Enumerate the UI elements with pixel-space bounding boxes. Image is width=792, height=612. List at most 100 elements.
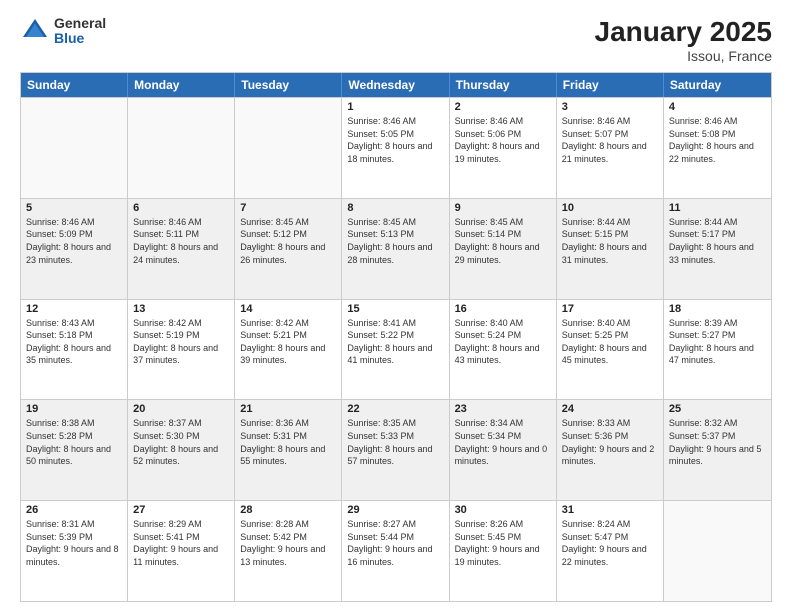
month-year: January 2025 [595,16,772,48]
calendar-cell: 16 Sunrise: 8:40 AM Sunset: 5:24 PM Dayli… [450,300,557,400]
day-number: 16 [455,303,551,315]
day-number: 17 [562,303,658,315]
logo-icon [20,16,50,46]
day-info: Sunrise: 8:39 AM Sunset: 5:27 PM Dayligh… [669,317,766,367]
day-info: Sunrise: 8:40 AM Sunset: 5:24 PM Dayligh… [455,317,551,367]
header-day-tuesday: Tuesday [235,73,342,97]
calendar-cell: 13 Sunrise: 8:42 AM Sunset: 5:19 PM Dayli… [128,300,235,400]
calendar-cell: 22Sunrise: 8:35 AM Sunset: 5:33 PM Dayli… [342,400,449,500]
day-info: Sunrise: 8:29 AM Sunset: 5:41 PM Dayligh… [133,518,229,568]
calendar-cell: 21Sunrise: 8:36 AM Sunset: 5:31 PM Dayli… [235,400,342,500]
day-number: 4 [669,101,766,113]
calendar-cell: 9Sunrise: 8:45 AM Sunset: 5:14 PM Daylig… [450,199,557,299]
calendar-cell: 15 Sunrise: 8:41 AM Sunset: 5:22 PM Dayli… [342,300,449,400]
header-day-wednesday: Wednesday [342,73,449,97]
calendar-cell [235,98,342,198]
header-day-friday: Friday [557,73,664,97]
day-info: Sunrise: 8:34 AM Sunset: 5:34 PM Dayligh… [455,417,551,467]
day-info: Sunrise: 8:45 AM Sunset: 5:14 PM Dayligh… [455,216,551,266]
calendar-cell: 31 Sunrise: 8:24 AM Sunset: 5:47 PM Dayli… [557,501,664,601]
calendar-cell: 5 Sunrise: 8:46 AM Sunset: 5:09 PM Daylig… [21,199,128,299]
header-day-sunday: Sunday [21,73,128,97]
header-day-monday: Monday [128,73,235,97]
day-number: 26 [26,504,122,516]
calendar: SundayMondayTuesdayWednesdayThursdayFrid… [20,72,772,602]
day-number: 24 [562,403,658,415]
day-info: Sunrise: 8:46 AM Sunset: 5:07 PM Dayligh… [562,115,658,165]
calendar-cell: 18 Sunrise: 8:39 AM Sunset: 5:27 PM Dayli… [664,300,771,400]
calendar-cell: 26 Sunrise: 8:31 AM Sunset: 5:39 PM Dayli… [21,501,128,601]
day-info: Sunrise: 8:26 AM Sunset: 5:45 PM Dayligh… [455,518,551,568]
day-number: 10 [562,202,658,214]
day-info: Sunrise: 8:45 AM Sunset: 5:13 PM Dayligh… [347,216,443,266]
calendar-cell: 8 Sunrise: 8:45 AM Sunset: 5:13 PM Daylig… [342,199,449,299]
calendar-cell: 28Sunrise: 8:28 AM Sunset: 5:42 PM Dayli… [235,501,342,601]
day-number: 21 [240,403,336,415]
day-number: 14 [240,303,336,315]
calendar-cell [21,98,128,198]
calendar-row-2: 5 Sunrise: 8:46 AM Sunset: 5:09 PM Daylig… [21,198,771,299]
day-info: Sunrise: 8:28 AM Sunset: 5:42 PM Dayligh… [240,518,336,568]
calendar-cell: 24 Sunrise: 8:33 AM Sunset: 5:36 PM Dayli… [557,400,664,500]
header-day-thursday: Thursday [450,73,557,97]
day-info: Sunrise: 8:32 AM Sunset: 5:37 PM Dayligh… [669,417,766,467]
day-info: Sunrise: 8:27 AM Sunset: 5:44 PM Dayligh… [347,518,443,568]
calendar-cell: 2Sunrise: 8:46 AM Sunset: 5:06 PM Daylig… [450,98,557,198]
calendar-cell: 3 Sunrise: 8:46 AM Sunset: 5:07 PM Daylig… [557,98,664,198]
day-info: Sunrise: 8:35 AM Sunset: 5:33 PM Dayligh… [347,417,443,467]
calendar-cell: 23Sunrise: 8:34 AM Sunset: 5:34 PM Dayli… [450,400,557,500]
location: Issou, France [595,48,772,64]
day-number: 15 [347,303,443,315]
day-number: 25 [669,403,766,415]
day-info: Sunrise: 8:33 AM Sunset: 5:36 PM Dayligh… [562,417,658,467]
day-info: Sunrise: 8:24 AM Sunset: 5:47 PM Dayligh… [562,518,658,568]
calendar-cell [664,501,771,601]
calendar-body: 1 Sunrise: 8:46 AM Sunset: 5:05 PM Daylig… [21,97,771,601]
title-block: January 2025 Issou, France [595,16,772,64]
day-info: Sunrise: 8:38 AM Sunset: 5:28 PM Dayligh… [26,417,122,467]
day-info: Sunrise: 8:46 AM Sunset: 5:09 PM Dayligh… [26,216,122,266]
day-number: 18 [669,303,766,315]
calendar-cell: 12 Sunrise: 8:43 AM Sunset: 5:18 PM Dayli… [21,300,128,400]
calendar-row-1: 1 Sunrise: 8:46 AM Sunset: 5:05 PM Daylig… [21,97,771,198]
day-number: 6 [133,202,229,214]
day-info: Sunrise: 8:31 AM Sunset: 5:39 PM Dayligh… [26,518,122,568]
day-number: 12 [26,303,122,315]
day-number: 3 [562,101,658,113]
day-number: 19 [26,403,122,415]
day-info: Sunrise: 8:43 AM Sunset: 5:18 PM Dayligh… [26,317,122,367]
day-info: Sunrise: 8:46 AM Sunset: 5:11 PM Dayligh… [133,216,229,266]
calendar-cell [128,98,235,198]
calendar-header: SundayMondayTuesdayWednesdayThursdayFrid… [21,73,771,97]
day-number: 1 [347,101,443,113]
calendar-cell: 27 Sunrise: 8:29 AM Sunset: 5:41 PM Dayli… [128,501,235,601]
day-number: 7 [240,202,336,214]
calendar-row-4: 19 Sunrise: 8:38 AM Sunset: 5:28 PM Dayli… [21,399,771,500]
day-number: 31 [562,504,658,516]
calendar-cell: 6 Sunrise: 8:46 AM Sunset: 5:11 PM Daylig… [128,199,235,299]
page: General Blue January 2025 Issou, France … [0,0,792,612]
day-number: 29 [347,504,443,516]
day-number: 13 [133,303,229,315]
logo-text: General Blue [54,16,106,47]
day-info: Sunrise: 8:42 AM Sunset: 5:21 PM Dayligh… [240,317,336,367]
header-day-saturday: Saturday [664,73,771,97]
day-info: Sunrise: 8:42 AM Sunset: 5:19 PM Dayligh… [133,317,229,367]
day-number: 11 [669,202,766,214]
day-info: Sunrise: 8:46 AM Sunset: 5:05 PM Dayligh… [347,115,443,165]
day-number: 30 [455,504,551,516]
calendar-cell: 25 Sunrise: 8:32 AM Sunset: 5:37 PM Dayli… [664,400,771,500]
calendar-cell: 19 Sunrise: 8:38 AM Sunset: 5:28 PM Dayli… [21,400,128,500]
day-info: Sunrise: 8:37 AM Sunset: 5:30 PM Dayligh… [133,417,229,467]
calendar-row-3: 12 Sunrise: 8:43 AM Sunset: 5:18 PM Dayli… [21,299,771,400]
day-info: Sunrise: 8:41 AM Sunset: 5:22 PM Dayligh… [347,317,443,367]
day-number: 20 [133,403,229,415]
calendar-cell: 10Sunrise: 8:44 AM Sunset: 5:15 PM Dayli… [557,199,664,299]
day-number: 5 [26,202,122,214]
day-info: Sunrise: 8:44 AM Sunset: 5:17 PM Dayligh… [669,216,766,266]
calendar-cell: 20 Sunrise: 8:37 AM Sunset: 5:30 PM Dayli… [128,400,235,500]
day-number: 8 [347,202,443,214]
day-number: 27 [133,504,229,516]
logo: General Blue [20,16,106,47]
calendar-cell: 11 Sunrise: 8:44 AM Sunset: 5:17 PM Dayli… [664,199,771,299]
